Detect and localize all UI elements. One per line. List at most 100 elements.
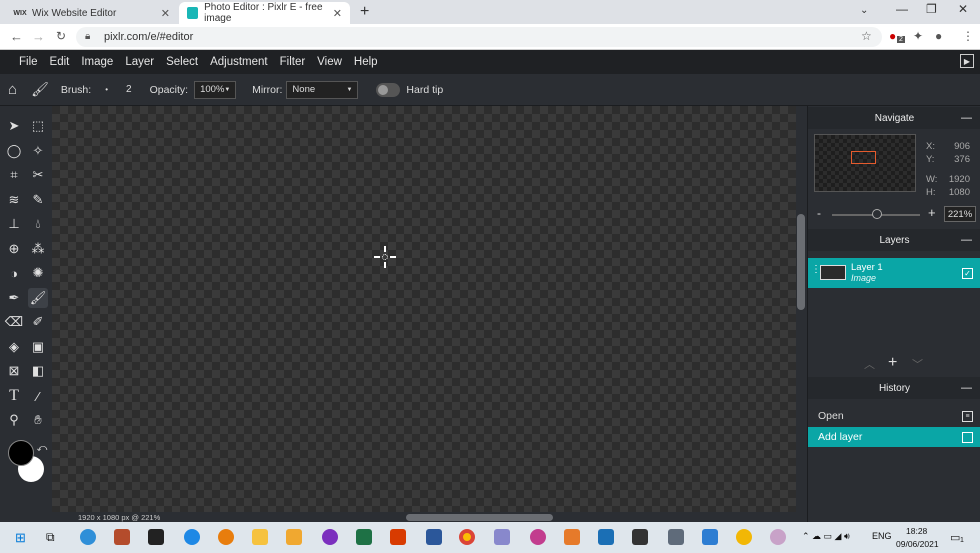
menu-image[interactable]: Image bbox=[81, 56, 113, 68]
drawing-tool-icon[interactable]: ✺ bbox=[28, 263, 48, 283]
history-item-open[interactable]: Open ≡ bbox=[808, 406, 980, 426]
text-tool-icon[interactable]: T bbox=[4, 386, 24, 406]
move-layer-down-icon[interactable]: ﹀ bbox=[912, 356, 923, 372]
word-app-icon[interactable] bbox=[426, 529, 442, 545]
task-view-icon[interactable]: ⧉ bbox=[46, 530, 55, 545]
cutout-tool-icon[interactable]: ✂ bbox=[28, 165, 48, 185]
new-tab-icon[interactable]: + bbox=[360, 3, 369, 21]
extension-icon[interactable]: ● bbox=[889, 29, 896, 43]
history-item-add-layer[interactable]: Add layer bbox=[808, 427, 980, 447]
app-icon[interactable] bbox=[770, 529, 786, 545]
volume-app-icon[interactable] bbox=[564, 529, 580, 545]
navigate-panel-header[interactable]: Navigate — bbox=[808, 107, 980, 129]
zoom-out-icon[interactable]: - bbox=[817, 206, 821, 220]
menu-help[interactable]: Help bbox=[354, 56, 378, 68]
headphones-app-icon[interactable] bbox=[322, 529, 338, 545]
spray-tool-icon[interactable]: ✐ bbox=[28, 312, 48, 332]
chrome-app-icon[interactable] bbox=[459, 529, 475, 545]
notification-icon[interactable]: ▭ bbox=[950, 531, 960, 544]
eraser-tool-icon[interactable]: ⌫ bbox=[4, 312, 24, 332]
menu-adjustment[interactable]: Adjustment bbox=[210, 56, 268, 68]
move-layer-up-icon[interactable]: ︿ bbox=[864, 356, 875, 372]
mirror-select[interactable]: None ▼ bbox=[286, 80, 359, 99]
home-icon[interactable]: ⌂ bbox=[8, 81, 17, 98]
wand-tool-icon[interactable]: ✧ bbox=[28, 141, 48, 161]
layer-row[interactable]: ⋮ Layer 1 Image ✓ bbox=[808, 258, 980, 288]
language-indicator[interactable]: ENG bbox=[872, 531, 892, 541]
app-icon[interactable] bbox=[148, 529, 164, 545]
edge-app-icon[interactable] bbox=[80, 529, 96, 545]
arrange-tool-icon[interactable]: ➤ bbox=[4, 116, 24, 136]
swap-colors-icon[interactable]: ⤺ bbox=[32, 438, 52, 458]
zoom-value[interactable]: 221% bbox=[944, 206, 976, 222]
navigator-viewport[interactable] bbox=[851, 151, 876, 164]
crop-tool-icon[interactable]: ⌗ bbox=[4, 165, 24, 185]
lasso-tool-icon[interactable]: ◯ bbox=[4, 141, 24, 161]
excel-app-icon[interactable] bbox=[356, 529, 372, 545]
blur-tool-icon[interactable]: 💧︎ bbox=[28, 214, 48, 234]
photos-app-icon[interactable] bbox=[598, 529, 614, 545]
app-icon[interactable] bbox=[702, 529, 718, 545]
sponge-tool-icon[interactable]: ⊕ bbox=[4, 239, 24, 259]
scroll-thumb[interactable] bbox=[797, 214, 805, 310]
foreground-color-swatch[interactable] bbox=[8, 440, 34, 466]
close-window-icon[interactable]: ✕ bbox=[958, 2, 968, 16]
start-icon[interactable]: ⊞ bbox=[15, 530, 26, 546]
hard-tip-toggle[interactable] bbox=[376, 82, 401, 97]
eyedropper-tool-icon[interactable]: ⁄ bbox=[28, 386, 48, 406]
browser-menu-icon[interactable]: ⋮ bbox=[962, 29, 974, 43]
tab-search-icon[interactable]: ⌄ bbox=[860, 5, 868, 16]
dodge-tool-icon[interactable]: ⁂ bbox=[28, 239, 48, 259]
browser-tab-wix[interactable]: WIX Wix Website Editor ✕ bbox=[6, 2, 178, 24]
brush-tool-icon[interactable]: 🖌︎ bbox=[28, 288, 48, 308]
forward-icon[interactable]: → bbox=[32, 29, 45, 44]
color-replace-tool-icon[interactable]: ◑ bbox=[4, 263, 24, 283]
clock-date[interactable]: 09/06/2021 bbox=[896, 539, 939, 549]
explorer-app-icon[interactable] bbox=[252, 529, 268, 545]
tray-icons[interactable]: ⌃ ☁ ▭ ◢ 🔊︎ bbox=[802, 531, 850, 542]
gradient-tool-icon[interactable]: ▣ bbox=[28, 337, 48, 357]
menu-edit[interactable]: Edit bbox=[50, 56, 70, 68]
layers-panel-header[interactable]: Layers — bbox=[808, 229, 980, 251]
clone-stamp-tool-icon[interactable]: ⊥ bbox=[4, 214, 24, 234]
add-layer-icon[interactable]: + bbox=[888, 354, 897, 372]
app-icon[interactable] bbox=[494, 529, 510, 545]
heal-tool-icon[interactable]: ✎ bbox=[28, 190, 48, 210]
menu-select[interactable]: Select bbox=[166, 56, 198, 68]
blender-app-icon[interactable] bbox=[218, 529, 234, 545]
app-icon[interactable] bbox=[530, 529, 546, 545]
marquee-tool-icon[interactable]: ⬚ bbox=[28, 116, 48, 136]
zoom-in-icon[interactable]: + bbox=[928, 205, 936, 220]
brush-size-value[interactable]: 2 bbox=[126, 84, 132, 95]
app-icon[interactable] bbox=[286, 529, 302, 545]
url-field[interactable]: 🔒︎ pixlr.com/e/#editor bbox=[76, 27, 882, 47]
image-canvas[interactable] bbox=[52, 106, 796, 512]
menu-layer[interactable]: Layer bbox=[125, 56, 154, 68]
navigator-preview[interactable] bbox=[814, 134, 916, 192]
app-icon[interactable] bbox=[736, 529, 752, 545]
menu-file[interactable]: File bbox=[19, 56, 38, 68]
bookmark-star-icon[interactable]: ☆ bbox=[861, 29, 872, 43]
history-panel-header[interactable]: History — bbox=[808, 377, 980, 399]
app-icon[interactable] bbox=[114, 529, 130, 545]
profile-avatar-icon[interactable]: ● bbox=[935, 29, 942, 43]
app-icon[interactable] bbox=[390, 529, 406, 545]
browser-tab-pixlr[interactable]: Photo Editor : Pixlr E - free image ✕ bbox=[179, 2, 350, 24]
puzzle-icon[interactable]: ✦ bbox=[913, 29, 923, 43]
app-icon[interactable] bbox=[632, 529, 648, 545]
clock-time[interactable]: 18:28 bbox=[906, 526, 927, 536]
ie-app-icon[interactable] bbox=[184, 529, 200, 545]
collapse-icon[interactable]: — bbox=[961, 382, 972, 394]
liquify-tool-icon[interactable]: ≋ bbox=[4, 190, 24, 210]
fullscreen-toggle-icon[interactable]: ▶ bbox=[960, 54, 974, 68]
layer-visibility-checkbox[interactable]: ✓ bbox=[962, 268, 973, 279]
hand-tool-icon[interactable]: ✋︎ bbox=[28, 410, 48, 430]
close-tab-icon[interactable]: ✕ bbox=[161, 7, 170, 20]
app-icon[interactable] bbox=[668, 529, 684, 545]
minimize-icon[interactable]: — bbox=[896, 2, 908, 16]
reload-icon[interactable]: ↻ bbox=[56, 29, 66, 43]
pen-tool-icon[interactable]: ✒ bbox=[4, 288, 24, 308]
shape-tool-icon[interactable]: ◧ bbox=[28, 361, 48, 381]
placeholder-tool-icon[interactable]: ⊠ bbox=[4, 361, 24, 381]
zoom-tool-icon[interactable]: ⚲ bbox=[4, 410, 24, 430]
